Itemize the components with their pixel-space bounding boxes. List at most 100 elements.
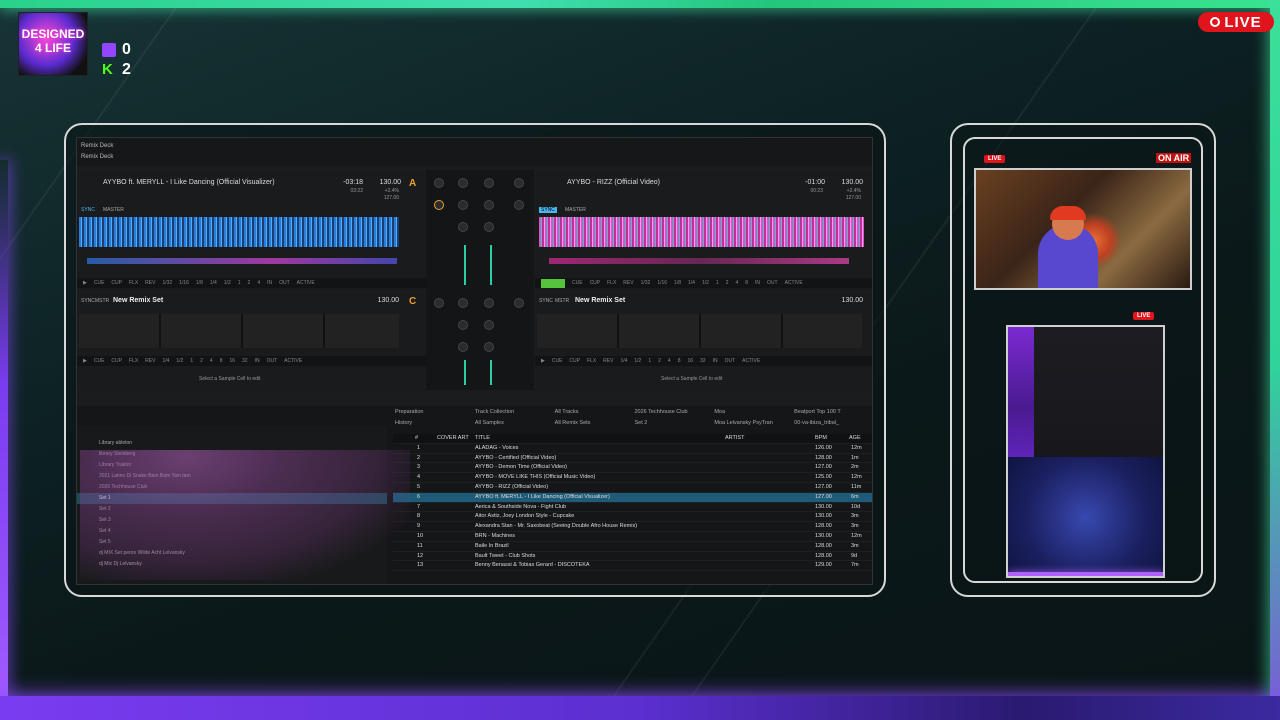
table-row-selected[interactable]: 6 AYYBO ft. MERYLL - I Like Dancing (Offi…	[393, 492, 872, 503]
tab-all-remix-sets[interactable]: All Remix Sets	[555, 420, 635, 431]
channel-logo: DESIGNED 4 LIFE	[18, 12, 88, 76]
deck-a-overview[interactable]	[87, 258, 397, 264]
tab-all-tracks[interactable]: All Tracks	[555, 409, 635, 420]
tab-ibiza[interactable]: 00-va-ibiza_tribal_	[794, 420, 872, 431]
deck-a-waveform[interactable]	[79, 217, 399, 247]
lo-knob[interactable]	[484, 222, 494, 232]
mixer	[426, 170, 534, 390]
remix-d-controls: ▶ CUE CUP FLX REV 1/4 1/2 1 2 4 8 16 32 …	[535, 356, 872, 366]
twitch-icon	[102, 43, 116, 57]
deck-a-master[interactable]: MASTER	[103, 207, 124, 213]
table-header: # COVER ART TITLE ARTIST BPM AGE	[393, 434, 872, 444]
screen-wallpaper	[1008, 457, 1163, 576]
tab-set-2[interactable]: Set 2	[634, 420, 714, 431]
hi-knob[interactable]	[484, 178, 494, 188]
deck-b-controls: CUE CUP FLX REV 1/32 1/16 1/8 1/4 1/2 1 …	[535, 278, 872, 288]
tree-item[interactable]: Set 2	[77, 504, 387, 515]
table-row[interactable]: 3 AYYBO - Demon Time (Official Video) 127.…	[393, 463, 872, 474]
deck-a: AYYBO ft. MERYLL - I Like Dancing (Offic…	[77, 172, 426, 290]
channel-fader-c[interactable]	[464, 360, 466, 385]
table-row[interactable]: 11 Baile In Brazil 128.00 3m	[393, 542, 872, 552]
kick-viewers: K2	[102, 61, 131, 78]
play-button[interactable]	[541, 278, 565, 288]
deck-b-sync[interactable]: SYNC	[539, 207, 557, 213]
remix-d-title: New Remix Set	[575, 297, 626, 304]
channel-fader-d[interactable]	[490, 360, 492, 385]
tree-item[interactable]: dj MIX Set peron Wilde Acht Lelvansky	[77, 548, 387, 559]
lo-knob[interactable]	[484, 342, 494, 352]
tab-moa[interactable]: Moa	[714, 409, 794, 420]
remix-c-controls: ▶ CUE CUP FLX REV 1/4 1/2 1 2 4 8 16 32 …	[77, 356, 426, 366]
folder-tree: Library ableton library Steinberg Librar…	[77, 426, 387, 584]
gain-knob[interactable]	[434, 298, 444, 308]
tree-item[interactable]: Library ableton	[77, 438, 387, 449]
table-row[interactable]: 10 BRN - Machines 130.00 12m	[393, 532, 872, 542]
table-row[interactable]: 12 Bault Tweet - Club Shots 128.00 9d	[393, 552, 872, 562]
deck-a-sync[interactable]: SYNC	[81, 207, 95, 213]
tree-item[interactable]: library Steinberg	[77, 449, 387, 460]
lo-knob[interactable]	[458, 342, 468, 352]
gain-knob[interactable]	[514, 178, 524, 188]
tree-item[interactable]: 2021 Latino Di Snake Bam Bam Tam tam	[77, 471, 387, 482]
filter-knob[interactable]	[514, 200, 524, 210]
mid-knob[interactable]	[458, 320, 468, 330]
mid-knob[interactable]	[484, 200, 494, 210]
deck-b-waveform[interactable]	[539, 217, 864, 247]
webcam-feed	[974, 168, 1192, 290]
twitch-viewers: 0	[102, 41, 131, 59]
tab-all-samples[interactable]: All Samples	[475, 420, 555, 431]
remix-c-slots[interactable]	[79, 314, 399, 348]
deck-b-master[interactable]: MASTER	[565, 207, 586, 213]
tree-item[interactable]: Set 5	[77, 537, 387, 548]
hi-knob[interactable]	[458, 298, 468, 308]
kick-icon: K	[102, 61, 113, 78]
tab-preparation[interactable]: Preparation	[395, 409, 475, 420]
table-row[interactable]: 2 AYYBO - Certified (Official Video) 128.0…	[393, 454, 872, 464]
tree-item[interactable]: Set 3	[77, 515, 387, 526]
table-row[interactable]: 1 ALADAG - Voices 126.00 12m	[393, 444, 872, 454]
deck-a-letter: A	[409, 178, 417, 189]
live-badge: LIVE	[1198, 12, 1274, 32]
glow-frame-right	[1270, 0, 1280, 720]
table-row[interactable]: 13 Benny Benassi & Tobias Gerard - DISCOT…	[393, 561, 872, 572]
mid-knob[interactable]	[458, 200, 468, 210]
play-icon[interactable]: ▶	[83, 358, 87, 364]
table-row[interactable]: 9 Alexandra Stan - Mr. Saxobeat (Seeing D…	[393, 522, 872, 532]
tree-item[interactable]: Library Traktor	[77, 460, 387, 471]
tree-item[interactable]: dj Mix Dj Lelvansky	[77, 559, 387, 570]
lo-knob[interactable]	[458, 222, 468, 232]
table-row[interactable]: 5 AYYBO - RIZZ (Official Video) 127.00 11m	[393, 483, 872, 493]
gain-knob[interactable]	[434, 178, 444, 188]
table-row[interactable]: 8 Aitor Astiz, Joey London Style - Cupcak…	[393, 512, 872, 523]
deck-b: AYYBO - RIZZ (Official Video) -01:00 00:…	[535, 172, 872, 290]
tab-beatport[interactable]: Beatport Top 100 T	[794, 409, 872, 420]
table-row[interactable]: 4 AYYBO - MOVE LIKE THIS (Official Music …	[393, 473, 872, 483]
tree-item[interactable]: 2026 Techhouse Club	[77, 482, 387, 493]
tab-track-collection[interactable]: Track Collection	[475, 409, 555, 420]
remix-d-slots[interactable]	[537, 314, 862, 348]
tree-item[interactable]: Set 4	[77, 526, 387, 537]
play-icon[interactable]: ▶	[83, 280, 87, 286]
tab-history[interactable]: History	[395, 420, 475, 431]
tab-psytrance[interactable]: Moa Lelvansky PsyTran	[714, 420, 794, 431]
browser-tabs: Preparation Track Collection All Tracks …	[395, 409, 872, 431]
channel-fader-a[interactable]	[464, 245, 466, 285]
track-table: # COVER ART TITLE ARTIST BPM AGE 1 ALADAG…	[393, 434, 872, 572]
cam-live-badge: LIVE	[984, 155, 1006, 163]
hi-knob[interactable]	[458, 178, 468, 188]
deck-a-bpm: 130.00	[379, 179, 401, 186]
table-row[interactable]: 7 Aerica & Southside Nova - Fight Club 130…	[393, 503, 872, 513]
filter-knob[interactable]	[434, 200, 444, 210]
mid-knob[interactable]	[484, 320, 494, 330]
remix-deck-d: SYNC MSTR New Remix Set 130.00 ▶ CUE CUP…	[535, 294, 872, 394]
play-icon[interactable]: ▶	[541, 358, 545, 364]
gain-knob[interactable]	[514, 298, 524, 308]
deck-a-controls: ▶ CUE CUP FLX REV 1/32 1/16 1/8 1/4 1/2 …	[77, 278, 426, 288]
channel-fader-b[interactable]	[490, 245, 492, 285]
tab-techhouse[interactable]: 2026 Techhouse Club	[634, 409, 714, 420]
remix-c-title: New Remix Set	[113, 297, 164, 304]
hi-knob[interactable]	[484, 298, 494, 308]
tree-item-selected[interactable]: Set 1	[77, 493, 387, 504]
live-icon	[1210, 17, 1221, 27]
deck-b-overview[interactable]	[549, 258, 849, 264]
